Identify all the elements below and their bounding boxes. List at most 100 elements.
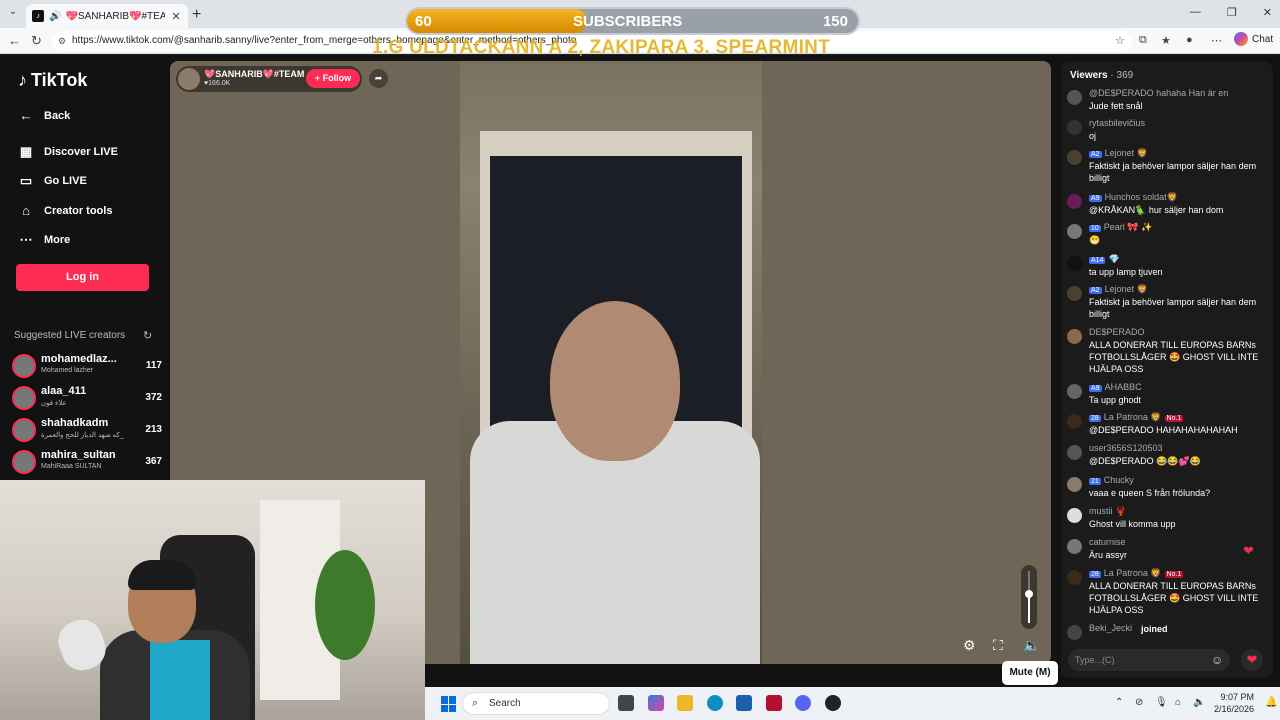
share-icon[interactable]: ➦ bbox=[369, 69, 388, 88]
settings-more-icon[interactable]: ⋯ bbox=[1211, 34, 1222, 47]
clock[interactable]: 9:07 PM 2/16/2026 bbox=[1214, 691, 1254, 715]
avatar[interactable] bbox=[1067, 477, 1082, 492]
avatar[interactable] bbox=[1067, 570, 1082, 585]
sidebar-item-go-live[interactable]: ▭ Go LIVE bbox=[18, 173, 87, 189]
avatar[interactable] bbox=[1067, 120, 1082, 135]
reload-icon[interactable]: ↻ bbox=[31, 33, 42, 49]
chat-username[interactable]: @DE$PERADO hahaha Han är en bbox=[1089, 88, 1228, 98]
chat-username[interactable]: A9 AHABBC bbox=[1089, 382, 1142, 392]
avatar[interactable] bbox=[1067, 224, 1082, 239]
clock-date: 2/16/2026 bbox=[1214, 704, 1255, 714]
streamer-avatar[interactable] bbox=[178, 68, 200, 90]
notification-icon[interactable]: 🔔 bbox=[1265, 697, 1277, 708]
level-badge: A2 bbox=[1089, 151, 1102, 158]
browser-tab-active[interactable]: ♪ 🔊 💖SANHARIB💖#TEAMSANHARIB ✕ bbox=[26, 4, 188, 28]
start-button[interactable] bbox=[441, 696, 457, 712]
store-icon[interactable] bbox=[736, 695, 752, 711]
microphone-icon[interactable]: 🎙 bbox=[1155, 697, 1168, 708]
chat-input[interactable]: Type...(C) bbox=[1068, 649, 1230, 671]
copilot-chat-button[interactable]: Chat bbox=[1234, 32, 1273, 46]
chat-text: @DE$PERADO 😂😂💕😂 bbox=[1089, 456, 1201, 466]
chat-text: ta upp lamp tjuven bbox=[1089, 267, 1163, 277]
rank-badge: No.1 bbox=[1164, 571, 1184, 578]
chat-username[interactable]: 28 La Patrona 🦁 No.1 bbox=[1089, 568, 1184, 579]
avatar[interactable] bbox=[1067, 286, 1082, 301]
chat-username[interactable]: caturnise bbox=[1089, 537, 1126, 547]
discord-icon[interactable] bbox=[795, 695, 811, 711]
chat-username[interactable]: mustii 🦞 bbox=[1089, 506, 1126, 517]
volume-icon[interactable]: 🔈 bbox=[1023, 637, 1040, 654]
chat-username[interactable]: A9 Hunchos soldat🦁 bbox=[1089, 192, 1178, 203]
avatar[interactable] bbox=[1067, 329, 1082, 344]
chat-username[interactable]: 21 Chucky bbox=[1089, 475, 1134, 485]
tray-app-icon[interactable]: ⊘ bbox=[1135, 697, 1143, 708]
chat-text: ALLA DONERAR TILL EUROPAS BARNs FOTBOLLS… bbox=[1089, 581, 1259, 615]
restore-icon[interactable]: ❐ bbox=[1227, 6, 1237, 19]
extensions-icon[interactable]: ⧉ bbox=[1139, 34, 1147, 47]
tab-list-chevron-icon[interactable]: ⌄ bbox=[4, 6, 22, 22]
volume-knob[interactable] bbox=[1025, 590, 1033, 599]
favorite-star-icon[interactable]: ☆ bbox=[1115, 34, 1125, 47]
task-view-icon[interactable] bbox=[618, 695, 634, 711]
suggested-creator[interactable]: alaa_411 علاء فون 372 bbox=[12, 384, 162, 412]
settings-gear-icon[interactable]: ⚙ bbox=[963, 637, 976, 654]
new-tab-icon[interactable]: + bbox=[192, 6, 201, 24]
avatar[interactable] bbox=[1067, 414, 1082, 429]
sidebar-item-creator-tools[interactable]: ⌂ Creator tools bbox=[18, 203, 112, 218]
chat-username[interactable]: Beki_Jecki bbox=[1089, 623, 1132, 633]
video-person-head bbox=[550, 301, 680, 461]
avatar[interactable] bbox=[1067, 508, 1082, 523]
chat-username[interactable]: A2 Lejonet 🦁 bbox=[1089, 284, 1148, 295]
taskbar-search[interactable]: ⌕ Search bbox=[462, 692, 610, 715]
minimize-icon[interactable]: — bbox=[1190, 6, 1201, 19]
close-window-icon[interactable]: ✕ bbox=[1263, 6, 1272, 19]
emoji-icon[interactable]: ☺ bbox=[1211, 653, 1223, 667]
close-tab-icon[interactable]: ✕ bbox=[171, 10, 180, 23]
chat-username[interactable]: 10 Pearl 🎀 ✨ bbox=[1089, 222, 1152, 233]
suggested-creator[interactable]: mohamedlaz... Mohamed lazher 117 bbox=[12, 352, 162, 380]
chat-username[interactable]: rytasbilevičius bbox=[1089, 118, 1145, 128]
avatar[interactable] bbox=[1067, 445, 1082, 460]
sidebar-item-more[interactable]: ⋯ More bbox=[18, 232, 71, 248]
follow-button[interactable]: + Follow bbox=[306, 69, 360, 88]
refresh-icon[interactable]: ↻ bbox=[143, 329, 152, 342]
creator-name: shahadkadm bbox=[41, 417, 109, 429]
tray-chevron-icon[interactable]: ⌃ bbox=[1115, 697, 1123, 708]
profile-avatar-icon[interactable]: ● bbox=[1186, 34, 1193, 46]
chat-username[interactable]: 28 La Patrona 🦁 No.1 bbox=[1089, 412, 1184, 423]
avatar[interactable] bbox=[1067, 539, 1082, 554]
chat-username[interactable]: user3656S120503 bbox=[1089, 443, 1163, 453]
subscriber-goal-fill bbox=[407, 9, 588, 33]
back-arrow-icon[interactable]: ← bbox=[8, 33, 21, 48]
avatar[interactable] bbox=[1067, 150, 1082, 165]
suggested-creator[interactable]: shahadkadm كه شهد الديار للحج والعمرة_ 2… bbox=[12, 416, 162, 444]
chat-username[interactable]: DE$PERADO bbox=[1089, 327, 1145, 337]
tiktok-logo[interactable]: ♪ TikTok bbox=[18, 70, 87, 91]
fullscreen-icon[interactable]: ⛶ bbox=[993, 637, 1003, 654]
back-button[interactable]: ← Back bbox=[18, 108, 71, 123]
sidebar-item-discover-live[interactable]: ▦ Discover LIVE bbox=[18, 144, 118, 160]
suggested-creator[interactable]: mahira_sultan MahiRaaa SULTAN 367 bbox=[12, 448, 162, 476]
chat-username[interactable]: A2 Lejonet 🦁 bbox=[1089, 148, 1148, 159]
file-explorer-icon[interactable] bbox=[677, 695, 693, 711]
avatar[interactable] bbox=[1067, 625, 1082, 640]
volume-tray-icon[interactable]: 🔈 bbox=[1193, 697, 1205, 708]
volume-slider[interactable] bbox=[1021, 565, 1037, 629]
avatar[interactable] bbox=[1067, 194, 1082, 209]
favorites-icon[interactable]: ★ bbox=[1161, 34, 1171, 47]
login-button[interactable]: Log in bbox=[16, 264, 149, 291]
network-icon[interactable]: ⌂ bbox=[1175, 697, 1181, 708]
acrobat-icon[interactable] bbox=[766, 695, 782, 711]
site-info-icon[interactable]: ⚙ bbox=[58, 31, 66, 51]
speaker-icon[interactable]: 🔊 bbox=[49, 11, 61, 22]
copilot-icon[interactable] bbox=[648, 695, 664, 711]
sidebar-item-label: Creator tools bbox=[44, 204, 113, 217]
avatar[interactable] bbox=[1067, 90, 1082, 105]
edge-browser-icon[interactable] bbox=[707, 695, 723, 711]
avatar[interactable] bbox=[1067, 384, 1082, 399]
chat-username[interactable]: A14 💎 bbox=[1089, 254, 1120, 265]
like-heart-button[interactable]: ❤ bbox=[1241, 649, 1263, 671]
viewers-header[interactable]: Viewers · 369 bbox=[1070, 70, 1133, 81]
obs-icon[interactable] bbox=[825, 695, 841, 711]
avatar[interactable] bbox=[1067, 256, 1082, 271]
